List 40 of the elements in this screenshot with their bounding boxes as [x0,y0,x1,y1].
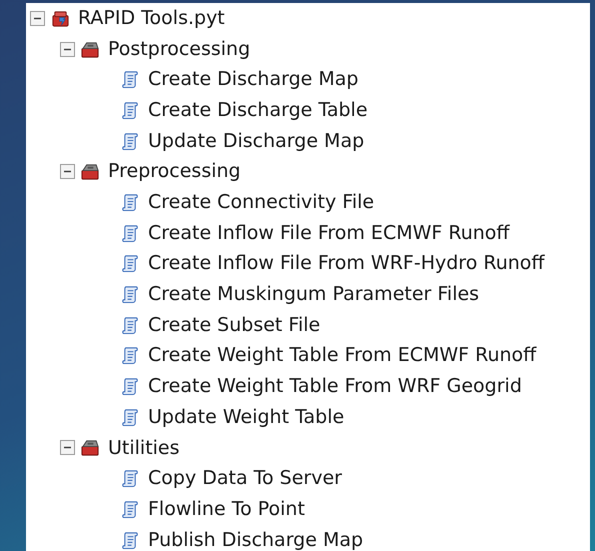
tree-item-label[interactable]: Create Weight Table From ECMWF Runoff [148,345,536,366]
tree-item-label[interactable]: Preprocessing [108,161,241,182]
script-icon [121,192,140,212]
script-icon [121,224,140,243]
tree-item-label[interactable]: Flowline To Point [148,498,305,520]
tree-item-label[interactable]: Publish Discharge Map [148,530,364,550]
toolbox-icon [81,438,100,458]
script-icon [121,285,140,304]
tree-item-label[interactable]: Create Muskingum Parameter Files [148,284,480,305]
tree-item-label[interactable]: RAPID Tools.pyt [78,8,225,29]
tree-item-label[interactable]: Create Inflow File From WRF-Hydro Runoff [148,253,545,274]
tree-item-label[interactable]: Create Inflow File From ECMWF Runoff [148,222,510,244]
script-icon [121,70,140,90]
collapse-icon[interactable] [60,42,75,57]
toolbox-icon [51,8,70,28]
script-icon [121,469,140,488]
tree-item-label[interactable]: Utilities [108,438,180,458]
tree-item-label[interactable]: Create Discharge Table [148,100,368,121]
script-icon [121,346,140,366]
tree-item-label[interactable]: Create Subset File [148,314,320,336]
collapse-icon[interactable] [60,440,75,456]
tree-item-label[interactable]: Copy Data To Server [148,468,342,490]
script-icon [121,132,140,151]
tree-item-label[interactable]: Update Weight Table [148,406,344,428]
collapse-icon[interactable] [30,10,45,26]
script-icon [121,408,140,427]
script-icon [121,254,140,274]
script-icon [121,377,140,396]
script-icon [121,530,140,550]
toolbox-icon [81,162,100,182]
tree-item-label[interactable]: Create Weight Table From WRF Geogrid [148,376,522,398]
script-icon [121,316,140,335]
tree-item-label[interactable]: Postprocessing [108,38,250,60]
tree-item-label[interactable]: Create Connectivity File [148,192,374,213]
script-icon [121,100,140,120]
collapse-icon[interactable] [60,164,75,180]
script-icon [121,500,140,519]
toolbox-icon [81,40,100,59]
tree-item-label[interactable]: Create Discharge Map [148,69,358,90]
tree-item-label[interactable]: Update Discharge Map [148,130,364,152]
